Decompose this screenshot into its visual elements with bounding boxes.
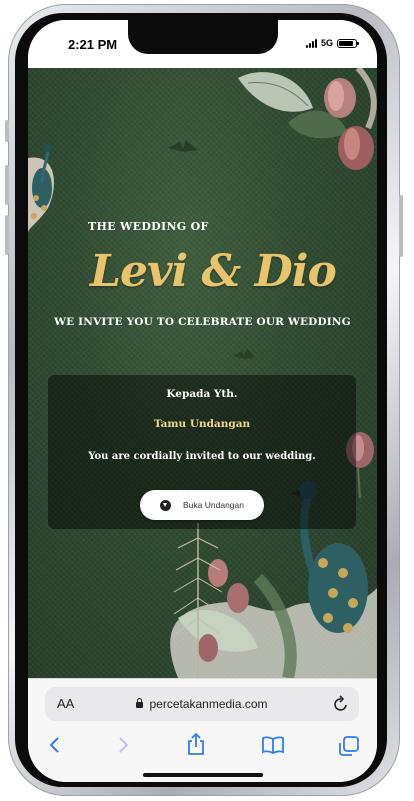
invitation-subtitle: WE INVITE YOU TO CELEBRATE OUR WEDDING — [54, 316, 351, 328]
notch — [128, 20, 278, 54]
address-bar[interactable]: AA percetakanmedia.com — [45, 687, 359, 721]
browser-toolbar — [28, 731, 377, 761]
guest-name: Tamu Undangan — [153, 418, 251, 430]
forward-icon[interactable] — [116, 735, 130, 755]
back-icon[interactable] — [48, 735, 62, 755]
lock-icon — [136, 698, 144, 708]
url-display[interactable]: percetakanmedia.com — [45, 697, 359, 711]
open-invitation-label: Buka Undangan — [183, 500, 244, 510]
invitation-card: Kepada Yth. Tamu Undangan You are cordia… — [48, 375, 356, 529]
tabs-icon[interactable] — [338, 735, 360, 757]
phone-volume-down — [5, 215, 9, 255]
status-time: 2:21 PM — [68, 37, 118, 52]
floral-top-right-decoration — [238, 68, 377, 170]
fern-bottom-left-decoration — [173, 523, 223, 678]
reload-icon[interactable] — [333, 695, 349, 713]
phone-volume-up — [5, 165, 9, 205]
phone-side-button — [5, 120, 9, 142]
recipient-label: Kepada Yth. — [166, 388, 238, 400]
signal-icon — [305, 38, 317, 48]
status-bar: 2:21 PM 5G — [28, 20, 377, 68]
invitation-page: THE WEDDING OF Levi & Dio WE INVITE YOU … — [28, 68, 377, 678]
network-label: 5G — [320, 38, 333, 48]
battery-icon — [337, 38, 359, 48]
download-arrow-icon — [160, 499, 172, 511]
home-indicator — [143, 773, 263, 777]
open-invitation-button[interactable]: Buka Undangan — [140, 490, 264, 520]
bird-silhouette-decoration-2 — [233, 349, 255, 359]
status-icons: 5G — [305, 38, 359, 48]
share-icon[interactable] — [186, 732, 206, 756]
pre-title: THE WEDDING OF — [88, 220, 209, 233]
url-text: percetakanmedia.com — [149, 697, 268, 711]
bookmarks-icon[interactable] — [261, 735, 285, 755]
couple-names: Levi & Dio — [90, 246, 337, 297]
browser-chrome: AA percetakanmedia.com — [28, 678, 377, 782]
phone-screen: 2:21 PM 5G THE WEDDING OF Levi & Dio WE … — [28, 20, 377, 782]
bird-silhouette-decoration — [168, 140, 198, 152]
phone-power-button — [399, 195, 403, 257]
invitation-message: You are cordially invited to our wedding… — [88, 451, 316, 462]
